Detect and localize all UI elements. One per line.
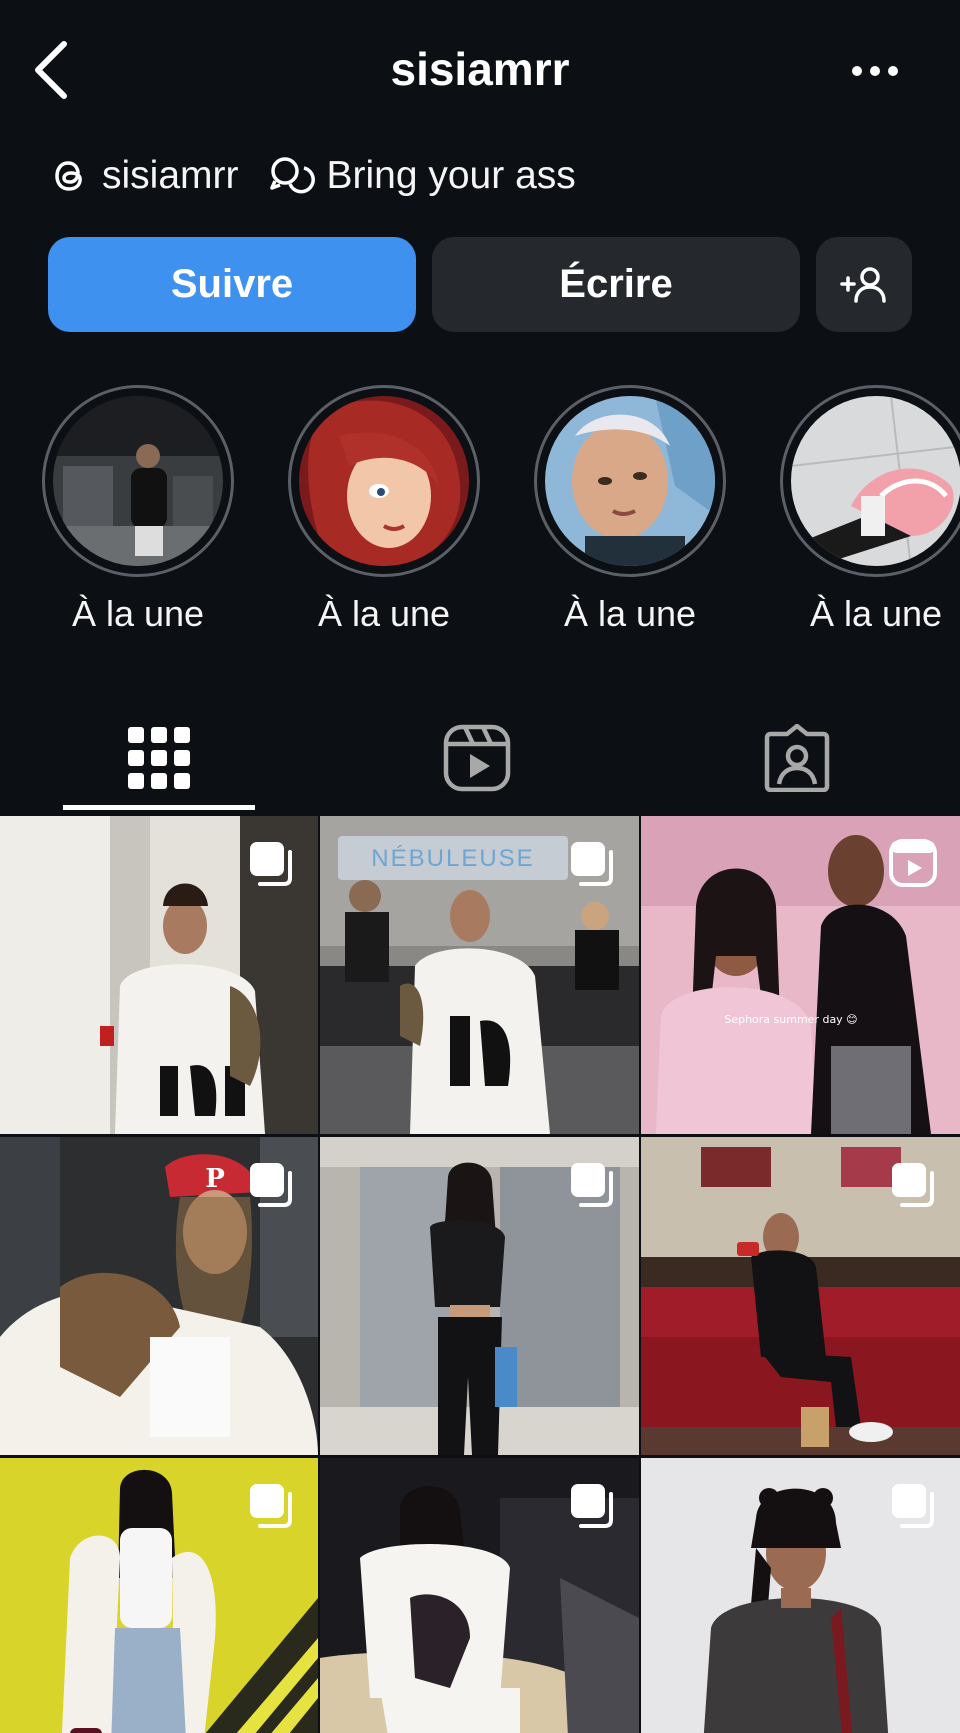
post-thumbnail[interactable] (641, 1458, 960, 1733)
highlight-cover-image (545, 396, 715, 566)
threads-handle: sisiamrr (102, 154, 239, 197)
profile-content-tabs (0, 700, 960, 815)
more-dot-icon (870, 66, 880, 76)
post-thumbnail[interactable] (320, 1137, 639, 1455)
highlight-item[interactable]: À la une (284, 385, 484, 635)
note-text: Bring your ass (326, 154, 576, 197)
highlight-cover-image (299, 396, 469, 566)
highlight-cover-image (53, 396, 223, 566)
highlight-ring (534, 385, 726, 577)
post-thumbnail[interactable]: P (0, 1137, 318, 1455)
threads-icon (55, 161, 82, 191)
post-thumbnail[interactable] (320, 1458, 639, 1733)
highlight-label: À la une (317, 593, 451, 634)
carousel-icon (250, 842, 292, 886)
tab-posts-grid[interactable] (64, 700, 254, 815)
suggest-users-button[interactable] (816, 237, 912, 332)
reels-icon (443, 724, 511, 791)
post-thumbnail[interactable] (641, 1137, 960, 1455)
post-caption-overlay: Sephora summer day 😊 (724, 1013, 857, 1026)
highlight-ring (42, 385, 234, 577)
profile-actions: Suivre Écrire (48, 237, 912, 332)
post-thumbnail[interactable] (0, 1458, 318, 1733)
svg-text:P: P (205, 1164, 225, 1194)
highlight-label: À la une (809, 593, 943, 634)
threads-link[interactable]: sisiamrr (48, 154, 238, 198)
active-tab-indicator (63, 805, 255, 810)
post-thumbnail[interactable] (0, 816, 318, 1134)
note-link[interactable]: Bring your ass (268, 154, 576, 198)
post-thumbnail[interactable]: NÉBULEUSE (320, 816, 639, 1134)
profile-header: sisiamrr (0, 0, 960, 140)
highlight-label: À la une (71, 593, 205, 634)
post-thumbnail[interactable]: Sephora summer day 😊 (641, 816, 960, 1134)
carousel-icon (250, 1163, 292, 1207)
post-sign-text: NÉBULEUSE (371, 845, 534, 872)
add-person-icon (840, 266, 886, 303)
highlight-label: À la une (563, 593, 697, 634)
story-highlights: À la une À la une À la une À la une (0, 385, 960, 635)
tab-tagged[interactable] (702, 700, 892, 815)
highlight-item[interactable]: À la une (38, 385, 238, 635)
more-dot-icon (852, 66, 862, 76)
tab-reels[interactable] (382, 700, 572, 815)
grid-icon (128, 726, 190, 789)
more-dot-icon (888, 66, 898, 76)
carousel-icon (571, 1163, 613, 1207)
carousel-icon (571, 1484, 613, 1528)
chat-bubbles-icon (270, 157, 316, 194)
highlight-item[interactable]: À la une (530, 385, 730, 635)
message-button[interactable]: Écrire (432, 237, 800, 332)
posts-grid: NÉBULEUSE Sephora summer day 😊 P (0, 816, 960, 1733)
carousel-icon (250, 1484, 292, 1528)
follow-button[interactable]: Suivre (48, 237, 416, 332)
reel-icon (889, 839, 937, 887)
chevron-left-icon (35, 41, 67, 99)
highlight-item[interactable]: À la une (776, 385, 960, 635)
carousel-icon (892, 1484, 934, 1528)
highlight-cover-image (791, 396, 960, 566)
carousel-icon (571, 842, 613, 886)
back-button[interactable] (22, 36, 82, 104)
carousel-icon (892, 1163, 934, 1207)
tagged-user-icon (764, 723, 830, 792)
highlight-ring (288, 385, 480, 577)
profile-links-row: sisiamrr Bring your ass (48, 148, 576, 204)
highlight-ring (780, 385, 960, 577)
more-options-button[interactable] (840, 50, 910, 92)
profile-username-title: sisiamrr (390, 43, 570, 95)
